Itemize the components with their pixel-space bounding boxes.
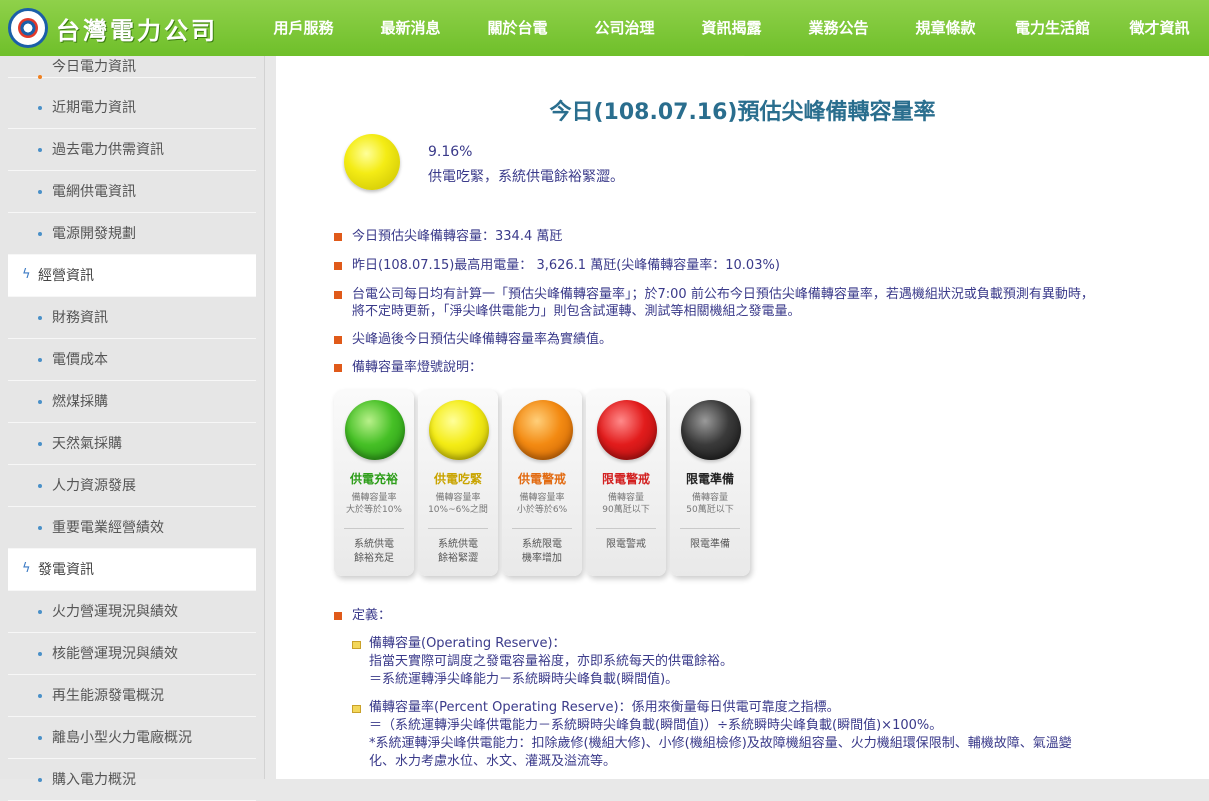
- light-meaning: 系統限電 機率增加: [522, 539, 562, 564]
- logo-text: 台灣電力公司: [56, 15, 218, 45]
- calculation-note-line1: 台電公司每日均有計算一「預估尖峰備轉容量率」；於7:00 前公布今日預估尖峰備轉…: [352, 287, 1094, 302]
- sidebar-item-performance[interactable]: 重要電業經營績效: [8, 507, 256, 549]
- light-legend: 供電充裕 備轉容量率 大於等於10% 系統供電 餘裕充足 供電吃緊 備轉容量率 10%…: [334, 390, 774, 590]
- orange-light-icon: [513, 400, 573, 460]
- reserve-rate-value: 9.16%: [428, 144, 473, 160]
- sidebar-item-recent-power[interactable]: 近期電力資訊: [8, 87, 256, 129]
- sidebar-category-operations[interactable]: ϟ 經營資訊: [8, 255, 256, 297]
- today-reserve-capacity: 今日預估尖峰備轉容量：334.4 萬瓩: [352, 229, 563, 244]
- light-meaning: 限電警戒: [606, 539, 646, 550]
- black-light-icon: [681, 400, 741, 460]
- nav-power-life[interactable]: 電力生活館: [999, 0, 1106, 56]
- light-condition: 備轉容量 90萬瓩以下: [602, 493, 650, 515]
- yellow-light-icon: [429, 400, 489, 460]
- page-title: 今日(108.07.16)預估尖峰備轉容量率: [549, 100, 936, 125]
- sidebar-item-finance[interactable]: 財務資訊: [8, 297, 256, 339]
- sidebar-item-gas-purchase[interactable]: 天然氣採購: [8, 423, 256, 465]
- def2-line1: ＝（系統運轉淨尖峰供電能力－系統瞬時尖峰負載(瞬間值)）÷系統瞬時尖峰負載(瞬間…: [369, 718, 943, 733]
- definition-heading: 定義：: [352, 608, 392, 623]
- light-card-black: 限電準備 備轉容量 50萬瓩以下 限電準備: [670, 390, 750, 576]
- yellow-light-icon: [344, 134, 400, 190]
- nav-governance[interactable]: 公司治理: [571, 0, 678, 56]
- light-label: 供電充裕: [349, 472, 398, 486]
- nav-about[interactable]: 關於台電: [464, 0, 571, 56]
- bullet-icon: [334, 291, 342, 299]
- sidebar-item-renewable[interactable]: 再生能源發電概況: [8, 675, 256, 717]
- divider: [428, 528, 488, 529]
- sidebar-item-thermal[interactable]: 火力營運現況與績效: [8, 591, 256, 633]
- light-meaning: 系統供電 餘裕緊澀: [438, 539, 478, 564]
- light-condition: 備轉容量率 小於等於6%: [516, 493, 568, 515]
- light-card-orange: 供電警戒 備轉容量率 小於等於6% 系統限電 機率增加: [502, 390, 582, 576]
- light-label: 限電準備: [685, 472, 734, 486]
- red-light-icon: [597, 400, 657, 460]
- light-meaning: 系統供電 餘裕充足: [354, 539, 394, 564]
- top-header: 台灣電力公司 用戶服務 最新消息 關於台電 公司治理 資訊揭露 業務公告 規章條…: [0, 0, 1209, 65]
- sub-bullet-icon: [352, 641, 361, 649]
- sidebar: 今日電力資訊 近期電力資訊 過去電力供需資訊 電網供電資訊 電源開發規劃 ϟ 經…: [0, 56, 265, 801]
- green-light-icon: [345, 400, 405, 460]
- sidebar-item-nuclear[interactable]: 核能營運現況與績效: [8, 633, 256, 675]
- light-label: 供電吃緊: [433, 472, 482, 486]
- sidebar-item-grid-supply[interactable]: 電網供電資訊: [8, 171, 256, 213]
- light-label: 限電警戒: [601, 472, 650, 486]
- light-label: 供電警戒: [517, 472, 566, 486]
- def1-line2: ＝系統運轉淨尖峰能力－系統瞬時尖峰負載(瞬間值)。: [369, 672, 679, 687]
- sidebar-item-purchased-power[interactable]: 購入電力概況: [8, 759, 256, 801]
- def2-line2: *系統運轉淨尖峰供電能力：扣除歲修(機組大修)、小修(機組檢修)及故障機組容量、…: [369, 736, 1072, 751]
- light-legend-heading: 備轉容量率燈號說明：: [352, 360, 483, 375]
- bullet-icon: [334, 233, 342, 241]
- sidebar-item-past-supply-demand[interactable]: 過去電力供需資訊: [8, 129, 256, 171]
- bullet-icon: [334, 336, 342, 344]
- bolt-icon: ϟ: [22, 267, 31, 282]
- divider: [680, 528, 740, 529]
- nav-announcements[interactable]: 業務公告: [785, 0, 892, 56]
- sub-bullet-icon: [352, 705, 361, 713]
- divider: [344, 528, 404, 529]
- divider: [596, 528, 656, 529]
- def2-line3: 化、水力考慮水位、水文、灌溉及溢流等。: [369, 754, 617, 769]
- def1-title: 備轉容量(Operating Reserve)：: [369, 636, 566, 651]
- def2-title: 備轉容量率(Percent Operating Reserve)：係用來衡量每日…: [369, 700, 840, 715]
- bullet-icon: [334, 364, 342, 372]
- def1-line1: 指當天實際可調度之發電容量裕度，亦即系統每天的供電餘裕。: [369, 654, 734, 669]
- divider: [512, 528, 572, 529]
- main-content: 今日(108.07.16)預估尖峰備轉容量率 9.16% 供電吃緊，系統供電餘裕…: [276, 56, 1209, 779]
- light-condition: 備轉容量率 10%~6%之間: [428, 493, 488, 515]
- taipower-emblem-icon: [8, 8, 48, 48]
- nav-info-disclosure[interactable]: 資訊揭露: [678, 0, 785, 65]
- nav-regulations[interactable]: 規章條款: [892, 0, 999, 56]
- main-nav: 用戶服務 最新消息 關於台電 公司治理 資訊揭露 業務公告 規章條款 電力生活館…: [250, 0, 1209, 65]
- bullet-icon: [334, 262, 342, 270]
- sidebar-item-island-thermal[interactable]: 離島小型火力電廠概況: [8, 717, 256, 759]
- sidebar-category-generation[interactable]: ϟ 發電資訊: [8, 549, 256, 591]
- sidebar-item-price-cost[interactable]: 電價成本: [8, 339, 256, 381]
- light-condition: 備轉容量率 大於等於10%: [345, 493, 402, 515]
- yesterday-peak-load: 昨日(108.07.15)最高用電量： 3,626.1 萬瓩(尖峰備轉容量率：1…: [352, 258, 780, 273]
- reserve-rate-description: 供電吃緊，系統供電餘裕緊澀。: [428, 169, 624, 185]
- sidebar-item-coal-purchase[interactable]: 燃煤採購: [8, 381, 256, 423]
- calculation-note-line2: 將不定時更新，「淨尖峰供電能力」則包含試運轉、測試等相關機組之發電量。: [352, 304, 801, 319]
- light-card-yellow: 供電吃緊 備轉容量率 10%~6%之間 系統供電 餘裕緊澀: [418, 390, 498, 576]
- sidebar-item-power-development[interactable]: 電源開發規劃: [8, 213, 256, 255]
- sidebar-item-today-power[interactable]: 今日電力資訊: [8, 56, 256, 79]
- nav-recruitment[interactable]: 徵才資訊: [1106, 0, 1209, 56]
- nav-user-services[interactable]: 用戶服務: [250, 0, 357, 56]
- sidebar-item-hr-development[interactable]: 人力資源發展: [8, 465, 256, 507]
- light-card-green: 供電充裕 備轉容量率 大於等於10% 系統供電 餘裕充足: [334, 390, 414, 576]
- light-card-red: 限電警戒 備轉容量 90萬瓩以下 限電警戒: [586, 390, 666, 576]
- light-condition: 備轉容量 50萬瓩以下: [686, 493, 734, 515]
- bullet-icon: [334, 612, 342, 620]
- post-peak-note: 尖峰過後今日預估尖峰備轉容量率為實績值。: [352, 332, 613, 347]
- bolt-icon: ϟ: [22, 561, 31, 576]
- nav-latest-news[interactable]: 最新消息: [357, 0, 464, 56]
- site-logo[interactable]: 台灣電力公司: [8, 7, 218, 49]
- light-meaning: 限電準備: [690, 539, 730, 550]
